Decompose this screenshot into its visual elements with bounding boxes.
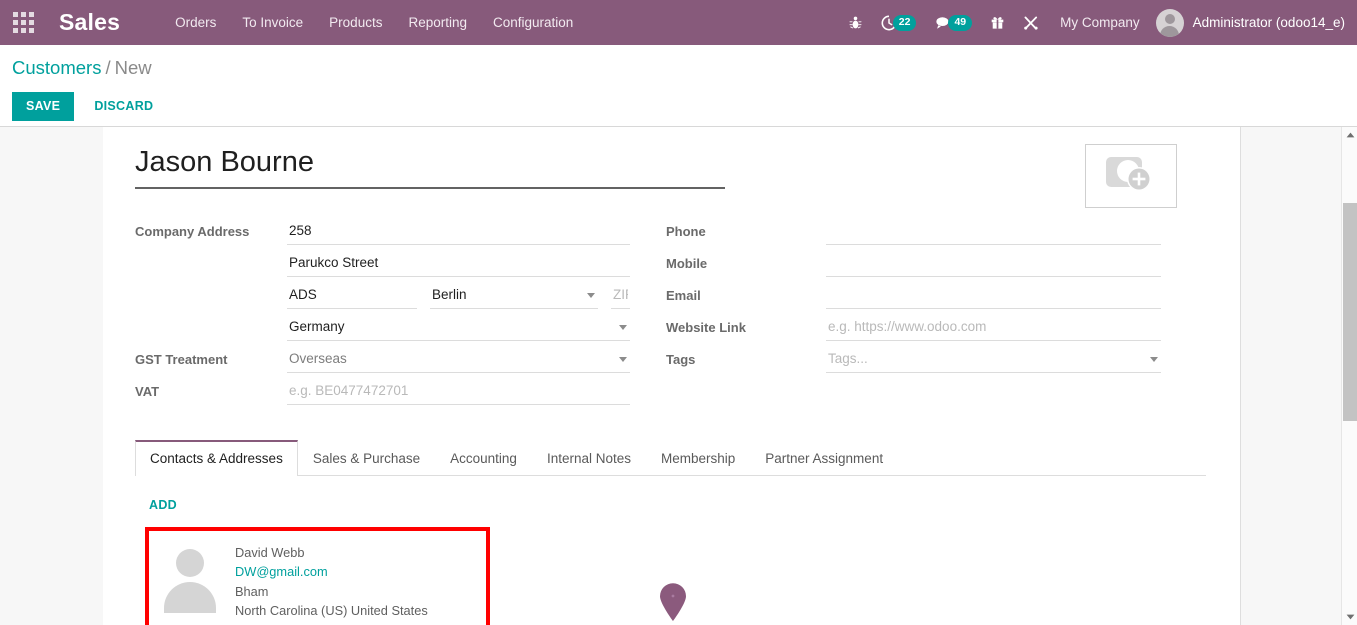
- label-vat: VAT: [135, 384, 160, 399]
- menu-configuration[interactable]: Configuration: [480, 0, 586, 45]
- contact-email[interactable]: DW@gmail.com: [235, 562, 428, 581]
- tab-sales-purchase[interactable]: Sales & Purchase: [298, 440, 435, 476]
- breadcrumb: Customers / New: [12, 57, 152, 79]
- activity-count-badge: 22: [892, 14, 917, 31]
- state-select[interactable]: [430, 282, 598, 309]
- vertical-scrollbar[interactable]: [1341, 127, 1357, 625]
- vat-input[interactable]: [287, 378, 630, 405]
- contact-region: North Carolina (US) United States: [235, 603, 428, 619]
- breadcrumb-current: New: [114, 57, 152, 78]
- label-website-link: Website Link: [666, 320, 746, 335]
- record-actions: SAVE DISCARD: [12, 92, 167, 121]
- menu-to-invoice[interactable]: To Invoice: [229, 0, 316, 45]
- tags-input[interactable]: [826, 346, 1161, 373]
- street-input[interactable]: [287, 218, 630, 245]
- form-columns: Company Address 258 Parukco Street ADS B…: [135, 218, 1206, 410]
- field-vat: VAT: [135, 378, 630, 405]
- save-button[interactable]: SAVE: [12, 92, 75, 121]
- tab-membership[interactable]: Membership: [646, 440, 750, 476]
- phone-input[interactable]: [826, 218, 1161, 245]
- email-input[interactable]: [826, 282, 1161, 309]
- zip-input[interactable]: [611, 282, 630, 309]
- field-country: [135, 314, 630, 341]
- record-name-input[interactable]: Jason Bourne: [135, 145, 725, 189]
- breadcrumb-separator: /: [105, 57, 111, 78]
- add-contact-button[interactable]: ADD: [145, 496, 181, 514]
- scroll-down-icon[interactable]: [1342, 609, 1357, 625]
- field-email: Email: [666, 282, 1161, 309]
- breadcrumb-customers[interactable]: Customers: [12, 57, 101, 78]
- label-mobile: Mobile: [666, 256, 708, 271]
- notebook-tabs: Contacts & Addresses Sales & Purchase Ac…: [135, 440, 1206, 476]
- field-tags: Tags: [666, 346, 1161, 373]
- add-image-icon[interactable]: [1085, 144, 1177, 208]
- tab-accounting[interactable]: Accounting: [435, 440, 532, 476]
- tab-contacts-addresses[interactable]: Contacts & Addresses: [135, 440, 298, 476]
- contact-card-highlight: David Webb DW@gmail.com Bham North Carol…: [145, 527, 490, 625]
- form-column-right: Phone Mobile Email Website Link e.g. htt…: [666, 218, 1161, 410]
- gst-treatment-select[interactable]: [287, 346, 630, 373]
- company-switcher[interactable]: My Company: [1048, 15, 1152, 30]
- field-gst-treatment: GST Treatment: [135, 346, 630, 373]
- label-spacer-2: [135, 282, 287, 287]
- form-sheet: Jason Bourne Company Address 258 Parukco…: [103, 127, 1241, 625]
- form-view-area: Jason Bourne Company Address 258 Parukco…: [0, 127, 1357, 625]
- street2-input[interactable]: [287, 250, 630, 277]
- field-website: Website Link: [666, 314, 1161, 341]
- user-name-label: Administrator (odoo14_e): [1192, 15, 1345, 30]
- contact-avatar-icon: [159, 543, 221, 613]
- messages-count-badge: 49: [948, 14, 973, 31]
- label-company-address: Company Address: [135, 224, 250, 239]
- contact-phone: Phone: 632.54512465231: [235, 621, 428, 625]
- gift-icon[interactable]: [981, 0, 1014, 45]
- field-mobile: Mobile: [666, 250, 1161, 277]
- city-input[interactable]: [287, 282, 417, 309]
- messages-icon[interactable]: 49: [925, 0, 981, 45]
- contact-city: Bham: [235, 583, 269, 599]
- menu-products[interactable]: Products: [316, 0, 395, 45]
- menu-orders[interactable]: Orders: [162, 0, 229, 45]
- field-street2: [135, 250, 630, 277]
- label-email: Email: [666, 288, 701, 303]
- label-gst-treatment: GST Treatment: [135, 352, 228, 367]
- form-column-left: Company Address 258 Parukco Street ADS B…: [135, 218, 630, 410]
- scrollbar-thumb[interactable]: [1343, 203, 1357, 421]
- activity-clock-icon[interactable]: 22: [872, 0, 926, 45]
- bug-icon[interactable]: [839, 0, 872, 45]
- tab-internal-notes[interactable]: Internal Notes: [532, 440, 646, 476]
- contact-card[interactable]: David Webb DW@gmail.com Bham North Carol…: [149, 531, 486, 625]
- location-pin-icon: [658, 582, 688, 625]
- discard-button[interactable]: DISCARD: [80, 92, 167, 121]
- scroll-up-icon[interactable]: [1342, 127, 1357, 143]
- country-select[interactable]: [287, 314, 630, 341]
- tools-icon[interactable]: [1014, 0, 1048, 45]
- record-title-row: Jason Bourne: [135, 144, 1206, 208]
- app-brand-sales[interactable]: Sales: [59, 9, 120, 36]
- label-tags: Tags: [666, 352, 696, 367]
- contact-name: David Webb: [235, 545, 305, 560]
- label-spacer-1: [135, 250, 287, 255]
- label-phone: Phone: [666, 224, 706, 239]
- contact-details: David Webb DW@gmail.com Bham North Carol…: [235, 543, 428, 625]
- menu-reporting[interactable]: Reporting: [395, 0, 480, 45]
- control-panel: Customers / New SAVE DISCARD: [0, 45, 1357, 127]
- label-spacer-3: [135, 314, 287, 319]
- tab-partner-assignment[interactable]: Partner Assignment: [750, 440, 898, 476]
- field-company-address: Company Address: [135, 218, 630, 245]
- mobile-input[interactable]: [826, 250, 1161, 277]
- field-phone: Phone: [666, 218, 1161, 245]
- field-city-state-zip: [135, 282, 630, 309]
- user-menu[interactable]: Administrator (odoo14_e): [1152, 8, 1345, 37]
- avatar: [1155, 8, 1184, 37]
- website-input[interactable]: [826, 314, 1161, 341]
- main-menu: Orders To Invoice Products Reporting Con…: [162, 0, 586, 45]
- apps-grid-icon[interactable]: [0, 0, 46, 45]
- navbar-right-tools: 22 49 My Company Administrator (odoo14_e…: [839, 0, 1357, 45]
- top-navbar: Sales Orders To Invoice Products Reporti…: [0, 0, 1357, 45]
